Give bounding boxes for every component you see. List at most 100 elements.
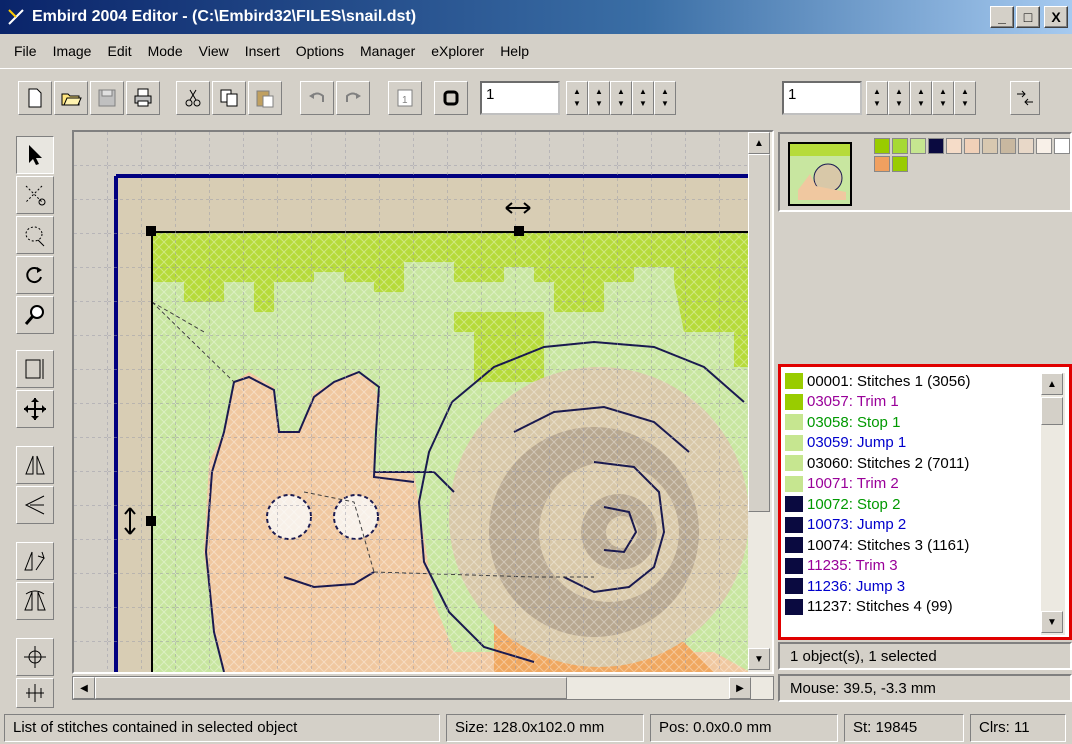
open-folder-icon (61, 93, 82, 106)
palette-swatch[interactable] (1000, 138, 1016, 154)
paste-button[interactable] (248, 81, 282, 115)
stitch-spin-first-button[interactable]: ▲ ▼ (866, 81, 888, 115)
menu-mode[interactable]: Mode (140, 43, 191, 59)
maximize-button[interactable]: □ (1016, 6, 1040, 28)
hoop-button[interactable]: 1 (388, 81, 422, 115)
scroll-down-button[interactable]: ▼ (748, 648, 770, 670)
mirror-vertical-tool[interactable] (16, 486, 54, 524)
split-button[interactable] (1010, 81, 1040, 115)
palette-swatch[interactable] (964, 138, 980, 154)
new-file-button[interactable] (18, 81, 52, 115)
lasso-tool[interactable] (16, 176, 54, 214)
palette-swatch[interactable] (928, 138, 944, 154)
color-chip (785, 434, 803, 451)
stitch-spin-step-button[interactable]: ▲ ▼ (888, 81, 910, 115)
scroll-left-button[interactable]: ◀ (73, 677, 95, 699)
spin-page-button[interactable]: ▲ ▼ (610, 81, 632, 115)
stitch-list-item[interactable]: 03059: Jump 1 (785, 433, 1043, 454)
arrow-up-icon: ▲ (873, 87, 881, 96)
design-canvas[interactable]: ▲ ▼ (72, 130, 774, 674)
resize-handle-left[interactable] (146, 516, 156, 526)
menu-insert[interactable]: Insert (237, 43, 288, 59)
skew-tool[interactable] (16, 542, 54, 580)
palette-swatch[interactable] (1036, 138, 1052, 154)
rotate-flip-tool[interactable] (16, 582, 54, 620)
redo-button[interactable] (336, 81, 370, 115)
minimize-button[interactable]: _ (990, 6, 1014, 28)
palette-swatch[interactable] (1018, 138, 1034, 154)
save-button[interactable] (90, 81, 124, 115)
resize-handle-top[interactable] (514, 226, 524, 236)
canvas-horizontal-scrollbar[interactable]: ◀ ▶ (72, 676, 774, 700)
stitch-list-item[interactable]: 11235: Trim 3 (785, 556, 1043, 577)
palette-swatch[interactable] (910, 138, 926, 154)
lasso-icon (25, 226, 45, 247)
color-index-field[interactable]: 1 (480, 81, 560, 115)
mirror-horizontal-tool[interactable] (16, 446, 54, 484)
magnifier-icon (24, 305, 44, 325)
stitch-list-item[interactable]: 03058: Stop 1 (785, 412, 1043, 433)
spin-last-button[interactable]: ▲ ▼ (654, 81, 676, 115)
palette-swatch[interactable] (892, 138, 908, 154)
stitch-spin-end-button[interactable]: ▲ ▼ (932, 81, 954, 115)
stitch-list-scrollbar[interactable]: ▲ ▼ (1041, 373, 1065, 635)
stitch-list-item[interactable]: 00001: Stitches 1 (3056) (785, 371, 1043, 392)
menu-help[interactable]: Help (492, 43, 537, 59)
cut-button[interactable] (176, 81, 210, 115)
scroll-right-button[interactable]: ▶ (729, 677, 751, 699)
spin-end-button[interactable]: ▲ ▼ (632, 81, 654, 115)
menu-manager[interactable]: Manager (352, 43, 423, 59)
list-scroll-down-button[interactable]: ▼ (1041, 611, 1063, 633)
design-thumbnail[interactable] (788, 142, 852, 206)
move-tool[interactable] (16, 390, 54, 428)
copy-button[interactable] (212, 81, 246, 115)
stitch-list-item[interactable]: 10072: Stop 2 (785, 494, 1043, 515)
stitch-list[interactable]: 00001: Stitches 1 (3056) 03057: Trim 1 030… (785, 371, 1043, 637)
undo-button[interactable] (300, 81, 334, 115)
stitch-index-field[interactable]: 1 (782, 81, 862, 115)
rotate-tool[interactable] (16, 256, 54, 294)
stitch-list-item[interactable]: 03057: Trim 1 (785, 392, 1043, 413)
list-scroll-up-button[interactable]: ▲ (1041, 373, 1063, 395)
menu-file[interactable]: File (6, 43, 45, 59)
menu-options[interactable]: Options (288, 43, 352, 59)
scroll-up-button[interactable]: ▲ (748, 132, 770, 154)
canvas-vertical-scrollbar[interactable]: ▲ ▼ (748, 132, 772, 672)
palette-swatch[interactable] (874, 138, 890, 154)
stitch-spin-page-button[interactable]: ▲ ▼ (910, 81, 932, 115)
arrow-down-icon: ▼ (639, 99, 647, 108)
select-tool[interactable] (16, 136, 54, 174)
resize-handle-top-left[interactable] (146, 226, 156, 236)
menu-image[interactable]: Image (45, 43, 100, 59)
menu-view[interactable]: View (191, 43, 237, 59)
center-tool[interactable] (16, 638, 54, 676)
stitch-list-item[interactable]: 11237: Stitches 4 (99) (785, 597, 1043, 618)
close-button[interactable]: X (1044, 6, 1068, 28)
scroll-thumb[interactable] (95, 677, 567, 699)
stitch-list-item[interactable]: 10071: Trim 2 (785, 474, 1043, 495)
freehand-select-tool[interactable] (16, 216, 54, 254)
stitch-list-item[interactable]: 10074: Stitches 3 (1161) (785, 535, 1043, 556)
stitch-list-item[interactable]: 11236: Jump 3 (785, 576, 1043, 597)
list-scroll-thumb[interactable] (1041, 397, 1063, 425)
palette-swatch[interactable] (946, 138, 962, 154)
print-button[interactable] (126, 81, 160, 115)
stitch-list-item[interactable]: 10073: Jump 2 (785, 515, 1043, 536)
palette-swatch[interactable] (982, 138, 998, 154)
spin-step-button[interactable]: ▲ ▼ (588, 81, 610, 115)
rounded-square-icon (443, 90, 459, 106)
menu-edit[interactable]: Edit (99, 43, 139, 59)
resize-tool[interactable] (16, 350, 54, 388)
open-file-button[interactable] (54, 81, 88, 115)
stitch-list-item[interactable]: 03060: Stitches 2 (7011) (785, 453, 1043, 474)
rounded-rect-button[interactable] (434, 81, 468, 115)
zoom-tool[interactable] (16, 296, 54, 334)
palette-swatch[interactable] (892, 156, 908, 172)
palette-swatch[interactable] (874, 156, 890, 172)
stitch-spin-last-button[interactable]: ▲ ▼ (954, 81, 976, 115)
palette-swatch[interactable] (1054, 138, 1070, 154)
align-tool[interactable] (16, 678, 54, 708)
spin-first-button[interactable]: ▲ ▼ (566, 81, 588, 115)
menu-explorer[interactable]: eXplorer (423, 43, 492, 59)
scroll-thumb[interactable] (748, 154, 770, 512)
